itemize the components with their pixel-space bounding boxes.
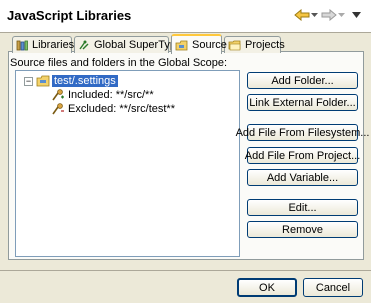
tree-included-label: Included: **/src/**	[68, 89, 154, 101]
source-description: Source files and folders in the Global S…	[10, 57, 228, 69]
tab-projects-label: Projects	[245, 39, 285, 51]
tab-global-supertype-label: Global SuperType	[94, 39, 183, 51]
add-folder-button[interactable]: Add Folder...	[247, 72, 358, 89]
tree-root-label: test/.settings	[52, 75, 118, 87]
tree-row-included[interactable]: Included: **/src/**	[52, 88, 154, 102]
libraries-icon	[16, 40, 28, 51]
back-dropdown-button[interactable]	[311, 7, 318, 23]
source-tree[interactable]: − test/.settings Included: **/src/** Exc…	[15, 70, 240, 257]
add-file-from-project-button[interactable]: Add File From Project...	[245, 147, 360, 164]
tab-libraries-label: Libraries	[32, 39, 75, 51]
tab-libraries[interactable]: Libraries	[12, 36, 75, 53]
add-file-from-filesystem-button[interactable]: Add File From Filesystem...	[236, 124, 369, 141]
chevron-down-icon	[311, 12, 318, 17]
view-menu-button[interactable]	[352, 7, 361, 23]
cancel-button[interactable]: Cancel	[303, 278, 363, 297]
link-external-folder-button[interactable]: Link External Folder...	[247, 94, 358, 111]
source-folder-icon	[175, 40, 188, 51]
dialog-separator	[0, 270, 371, 271]
back-arrow-icon	[294, 9, 310, 21]
add-variable-button[interactable]: Add Variable...	[247, 169, 358, 186]
projects-icon	[228, 40, 241, 51]
forward-button[interactable]	[320, 7, 337, 23]
chevron-down-icon	[338, 12, 345, 17]
remove-button[interactable]: Remove	[247, 221, 358, 238]
forward-arrow-icon	[321, 9, 337, 21]
inclusion-filter-icon	[52, 89, 65, 101]
dialog-title: JavaScript Libraries	[7, 8, 132, 23]
tree-excluded-label: Excluded: **/src/test**	[68, 103, 175, 115]
forward-dropdown-button[interactable]	[338, 7, 345, 23]
back-button[interactable]	[294, 7, 311, 23]
edit-button[interactable]: Edit...	[247, 199, 358, 216]
tab-global-supertype[interactable]: Global SuperType	[74, 36, 182, 53]
tree-row-excluded[interactable]: Excluded: **/src/test**	[52, 102, 175, 116]
menu-triangle-icon	[352, 12, 361, 18]
tree-row-root[interactable]: − test/.settings	[24, 74, 118, 88]
dialog-header: JavaScript Libraries	[0, 0, 371, 33]
global-supertype-icon	[78, 40, 90, 51]
tab-bar: Libraries Global SuperType Source Projec…	[8, 34, 368, 54]
exclusion-filter-icon	[52, 103, 65, 115]
tab-source-label: Source	[192, 39, 227, 51]
ok-button[interactable]: OK	[237, 278, 297, 297]
tab-source[interactable]: Source	[171, 34, 227, 54]
tab-projects[interactable]: Projects	[224, 36, 285, 53]
collapse-toggle[interactable]: −	[24, 76, 33, 86]
source-folder-icon	[36, 75, 50, 87]
